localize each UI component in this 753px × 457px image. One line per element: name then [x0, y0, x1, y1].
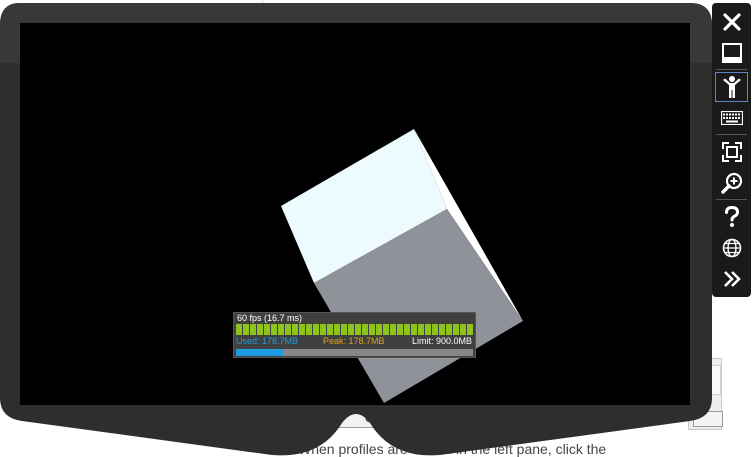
close-icon — [722, 13, 741, 31]
language-button[interactable] — [716, 234, 747, 262]
fps-bar — [264, 324, 270, 335]
window-mode-button[interactable] — [716, 39, 747, 67]
fps-label: 60 fps (16.7 ms) — [237, 313, 303, 323]
memory-row: Used: 178.7MB Peak: 178.7MB Limit: 900.0… — [234, 336, 475, 348]
fps-bar — [383, 324, 389, 335]
help-icon — [724, 206, 739, 227]
toolbar-separator — [716, 69, 747, 70]
performance-stats-panel: 60 fps (16.7 ms) Used: 178.7MB Peak: 178… — [233, 312, 476, 358]
double-chevron-right-icon — [723, 271, 741, 287]
person-mode-button[interactable] — [715, 72, 748, 102]
fps-bar — [425, 324, 431, 335]
fps-bar — [285, 324, 291, 335]
toolbar-separator — [716, 199, 747, 200]
fps-bar — [404, 324, 410, 335]
headset-frame: 60 fps (16.7 ms) Used: 178.7MB Peak: 178… — [0, 3, 712, 456]
fps-bar — [460, 324, 466, 335]
memory-limit-label: Limit: 900.0MB — [411, 336, 472, 346]
emulator-toolbar — [712, 3, 751, 297]
fps-bar — [236, 324, 242, 335]
globe-icon — [722, 238, 741, 258]
memory-usage-bar — [236, 349, 473, 356]
fps-bar — [341, 324, 347, 335]
fps-bar — [390, 324, 396, 335]
collapse-toolbar-button[interactable] — [716, 265, 747, 293]
zoom-in-button[interactable] — [716, 169, 747, 197]
fps-bar — [397, 324, 403, 335]
fps-bar — [250, 324, 256, 335]
fps-bar — [446, 324, 452, 335]
fps-bar — [243, 324, 249, 335]
fps-bar — [292, 324, 298, 335]
fps-graph — [236, 324, 473, 335]
fps-bar — [271, 324, 277, 335]
fps-bar — [467, 324, 473, 335]
fps-bar — [355, 324, 361, 335]
zoom-in-icon — [720, 172, 742, 194]
fps-bar — [299, 324, 305, 335]
fps-bar — [334, 324, 340, 335]
fps-bar — [306, 324, 312, 335]
fullscreen-icon — [721, 142, 742, 162]
keyboard-button[interactable] — [716, 104, 747, 132]
memory-used-label: Used: 178.7MB — [236, 336, 299, 346]
fps-bar — [320, 324, 326, 335]
fps-bar — [439, 324, 445, 335]
toolbar-separator — [716, 134, 747, 135]
close-button[interactable] — [716, 8, 747, 36]
fps-bar — [278, 324, 284, 335]
fps-bar — [313, 324, 319, 335]
help-button[interactable] — [716, 203, 747, 231]
fps-bar — [348, 324, 354, 335]
memory-usage-fill — [236, 349, 284, 356]
person-icon — [722, 76, 741, 98]
fps-bar — [327, 324, 333, 335]
fps-bar — [432, 324, 438, 335]
memory-peak-label: Peak: 178.7MB — [323, 336, 385, 346]
fullscreen-button[interactable] — [716, 138, 747, 166]
fps-bar — [376, 324, 382, 335]
vr-viewport[interactable]: 60 fps (16.7 ms) Used: 178.7MB Peak: 178… — [20, 23, 690, 405]
fps-bar — [257, 324, 263, 335]
fps-bar — [411, 324, 417, 335]
fps-bar — [369, 324, 375, 335]
fps-bar — [453, 324, 459, 335]
fps-bar — [362, 324, 368, 335]
window-icon — [721, 43, 742, 63]
keyboard-icon — [720, 111, 743, 125]
fps-bar — [418, 324, 424, 335]
